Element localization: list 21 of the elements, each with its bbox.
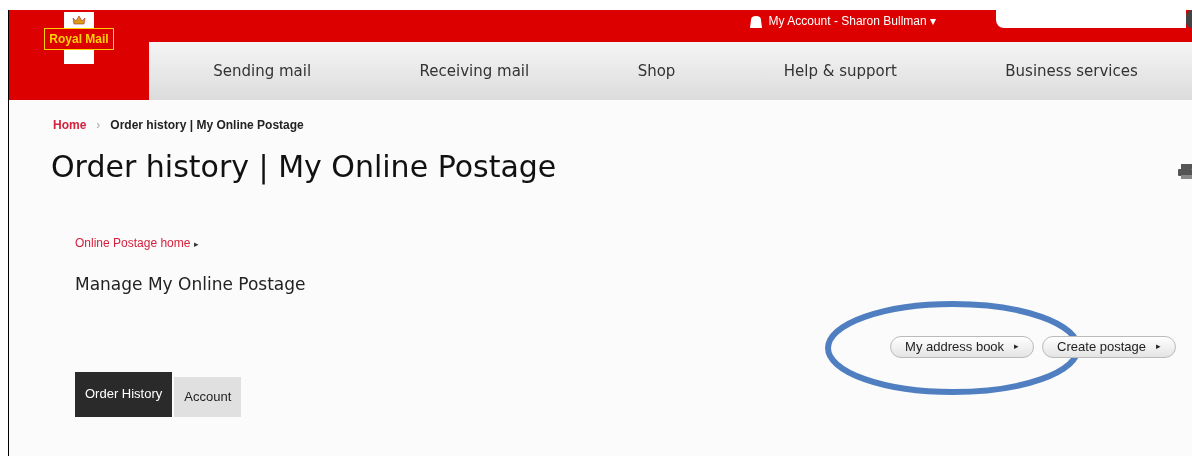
nav-link[interactable]: Shop bbox=[637, 59, 676, 83]
breadcrumb-separator: › bbox=[96, 117, 101, 134]
nav-link[interactable]: Business services bbox=[1005, 59, 1138, 83]
tab[interactable]: Order History bbox=[75, 371, 173, 417]
logo-text: Royal Mail bbox=[44, 28, 114, 50]
action-button[interactable]: My address book ▸ bbox=[890, 335, 1035, 358]
bag-icon bbox=[748, 14, 763, 28]
search-button[interactable] bbox=[1186, 10, 1192, 28]
nav-link[interactable]: Receiving mail bbox=[419, 59, 530, 83]
search-field[interactable] bbox=[996, 10, 1186, 28]
tab[interactable]: Account bbox=[174, 376, 242, 417]
breadcrumb-current: Order history | My Online Postage bbox=[110, 117, 304, 134]
account-menu[interactable]: My Account - Sharon Bullman ▾ bbox=[768, 12, 936, 30]
printer-icon[interactable] bbox=[1178, 162, 1192, 180]
action-button[interactable]: Create postage ▸ bbox=[1042, 335, 1176, 358]
section-heading: Manage My Online Postage bbox=[75, 273, 307, 296]
nav-link[interactable]: Sending mail bbox=[213, 59, 312, 83]
nav-link[interactable]: Help & support bbox=[783, 59, 897, 83]
crown-icon bbox=[72, 15, 86, 25]
online-postage-home-link[interactable]: Online Postage home ▸ bbox=[75, 236, 199, 250]
breadcrumb-link[interactable]: Home bbox=[53, 116, 87, 134]
